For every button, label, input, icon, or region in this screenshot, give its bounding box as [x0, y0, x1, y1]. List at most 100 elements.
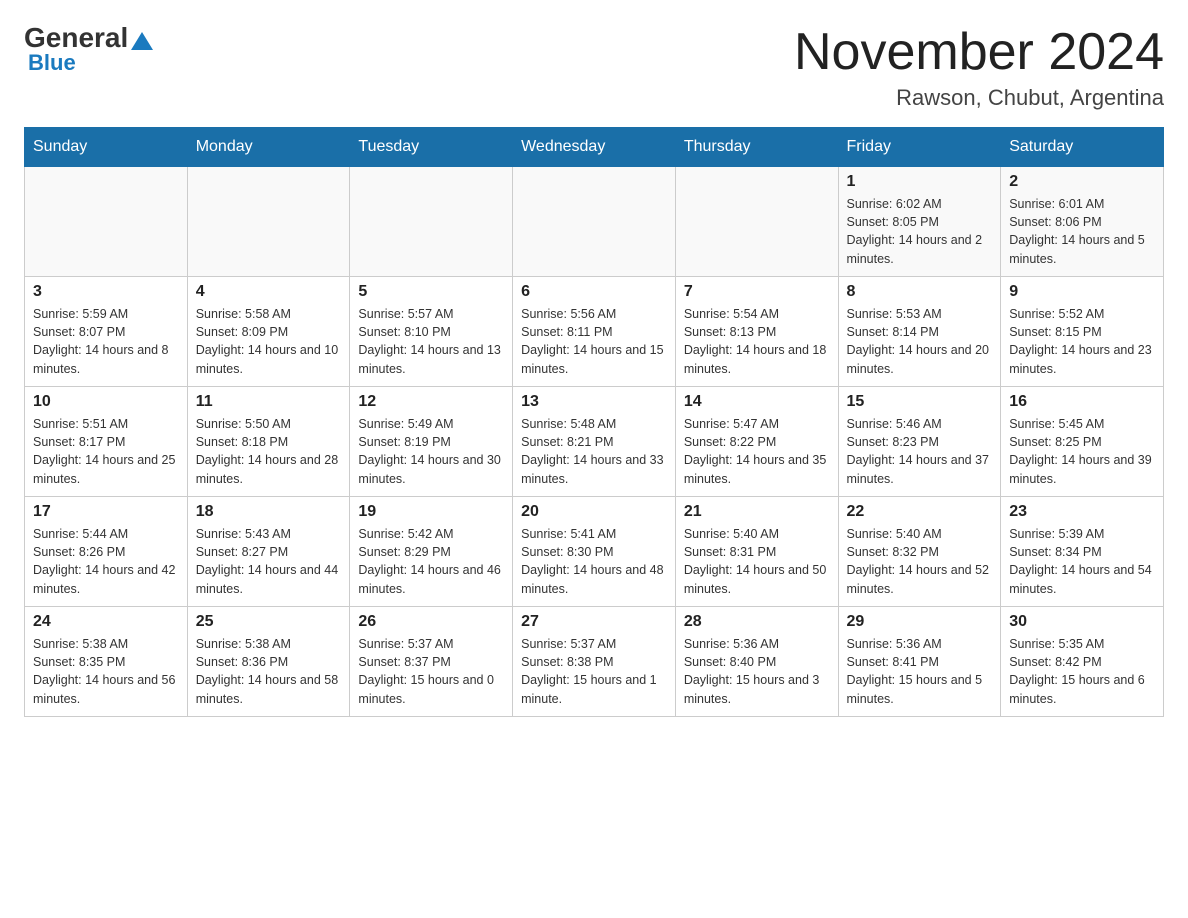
col-tuesday: Tuesday: [350, 128, 513, 167]
day-info: Sunrise: 5:40 AM Sunset: 8:32 PM Dayligh…: [847, 525, 993, 598]
day-number: 28: [684, 613, 830, 631]
table-row: 16Sunrise: 5:45 AM Sunset: 8:25 PM Dayli…: [1001, 387, 1164, 497]
day-info: Sunrise: 5:45 AM Sunset: 8:25 PM Dayligh…: [1009, 415, 1155, 488]
day-number: 23: [1009, 503, 1155, 521]
table-row: 14Sunrise: 5:47 AM Sunset: 8:22 PM Dayli…: [675, 387, 838, 497]
day-number: 10: [33, 393, 179, 411]
day-number: 25: [196, 613, 342, 631]
table-row: 25 Sunrise: 5:38 AM Sunset: 8:36 PM Dayli…: [187, 607, 350, 717]
day-info: Sunrise: 5:38 AM Sunset: 8:36 PM Dayligh…: [196, 635, 342, 708]
day-number: 15: [847, 393, 993, 411]
day-number: 8: [847, 283, 993, 301]
calendar-week-row: 17 Sunrise: 5:44 AM Sunset: 8:26 PM Dayli…: [25, 497, 1164, 607]
day-number: 26: [358, 613, 504, 631]
calendar-week-row: 1 Sunrise: 6:02 AM Sunset: 8:05 PM Daylig…: [25, 167, 1164, 277]
table-row: [513, 167, 676, 277]
table-row: 22Sunrise: 5:40 AM Sunset: 8:32 PM Dayli…: [838, 497, 1001, 607]
col-saturday: Saturday: [1001, 128, 1164, 167]
day-info: Sunrise: 5:53 AM Sunset: 8:14 PM Dayligh…: [847, 305, 993, 378]
day-number: 18: [196, 503, 342, 521]
day-number: 7: [684, 283, 830, 301]
calendar-week-row: 10 Sunrise: 5:51 AM Sunset: 8:17 PM Dayli…: [25, 387, 1164, 497]
table-row: 8 Sunrise: 5:53 AM Sunset: 8:14 PM Daylig…: [838, 277, 1001, 387]
table-row: 12 Sunrise: 5:49 AM Sunset: 8:19 PM Dayli…: [350, 387, 513, 497]
table-row: 24 Sunrise: 5:38 AM Sunset: 8:35 PM Dayli…: [25, 607, 188, 717]
day-number: 12: [358, 393, 504, 411]
logo: General Blue: [24, 24, 153, 76]
col-thursday: Thursday: [675, 128, 838, 167]
day-info: Sunrise: 5:36 AM Sunset: 8:40 PM Dayligh…: [684, 635, 830, 708]
table-row: 20Sunrise: 5:41 AM Sunset: 8:30 PM Dayli…: [513, 497, 676, 607]
table-row: 13 Sunrise: 5:48 AM Sunset: 8:21 PM Dayli…: [513, 387, 676, 497]
day-info: Sunrise: 5:52 AM Sunset: 8:15 PM Dayligh…: [1009, 305, 1155, 378]
day-info: Sunrise: 5:59 AM Sunset: 8:07 PM Dayligh…: [33, 305, 179, 378]
table-row: 27Sunrise: 5:37 AM Sunset: 8:38 PM Dayli…: [513, 607, 676, 717]
table-row: [187, 167, 350, 277]
day-info: Sunrise: 5:35 AM Sunset: 8:42 PM Dayligh…: [1009, 635, 1155, 708]
day-info: Sunrise: 5:39 AM Sunset: 8:34 PM Dayligh…: [1009, 525, 1155, 598]
table-row: 1 Sunrise: 6:02 AM Sunset: 8:05 PM Daylig…: [838, 167, 1001, 277]
table-row: 5 Sunrise: 5:57 AM Sunset: 8:10 PM Daylig…: [350, 277, 513, 387]
day-info: Sunrise: 5:50 AM Sunset: 8:18 PM Dayligh…: [196, 415, 342, 488]
table-row: 18 Sunrise: 5:43 AM Sunset: 8:27 PM Dayli…: [187, 497, 350, 607]
day-info: Sunrise: 5:46 AM Sunset: 8:23 PM Dayligh…: [847, 415, 993, 488]
day-info: Sunrise: 5:42 AM Sunset: 8:29 PM Dayligh…: [358, 525, 504, 598]
calendar-header-row: Sunday Monday Tuesday Wednesday Thursday…: [25, 128, 1164, 167]
day-number: 1: [847, 173, 993, 191]
calendar-week-row: 24 Sunrise: 5:38 AM Sunset: 8:35 PM Dayli…: [25, 607, 1164, 717]
title-area: November 2024 Rawson, Chubut, Argentina: [794, 24, 1164, 111]
day-number: 4: [196, 283, 342, 301]
day-number: 24: [33, 613, 179, 631]
table-row: 28 Sunrise: 5:36 AM Sunset: 8:40 PM Dayli…: [675, 607, 838, 717]
table-row: 26 Sunrise: 5:37 AM Sunset: 8:37 PM Dayli…: [350, 607, 513, 717]
table-row: 19 Sunrise: 5:42 AM Sunset: 8:29 PM Dayli…: [350, 497, 513, 607]
day-info: Sunrise: 5:56 AM Sunset: 8:11 PM Dayligh…: [521, 305, 667, 378]
day-number: 19: [358, 503, 504, 521]
table-row: 29Sunrise: 5:36 AM Sunset: 8:41 PM Dayli…: [838, 607, 1001, 717]
table-row: 3 Sunrise: 5:59 AM Sunset: 8:07 PM Daylig…: [25, 277, 188, 387]
day-number: 30: [1009, 613, 1155, 631]
table-row: 17 Sunrise: 5:44 AM Sunset: 8:26 PM Dayli…: [25, 497, 188, 607]
table-row: 4Sunrise: 5:58 AM Sunset: 8:09 PM Daylig…: [187, 277, 350, 387]
day-number: 21: [684, 503, 830, 521]
day-info: Sunrise: 5:48 AM Sunset: 8:21 PM Dayligh…: [521, 415, 667, 488]
col-friday: Friday: [838, 128, 1001, 167]
table-row: [675, 167, 838, 277]
day-number: 29: [847, 613, 993, 631]
day-info: Sunrise: 5:37 AM Sunset: 8:37 PM Dayligh…: [358, 635, 504, 708]
day-info: Sunrise: 5:40 AM Sunset: 8:31 PM Dayligh…: [684, 525, 830, 598]
table-row: [25, 167, 188, 277]
page-header: General Blue November 2024 Rawson, Chubu…: [24, 24, 1164, 111]
day-number: 2: [1009, 173, 1155, 191]
day-number: 5: [358, 283, 504, 301]
day-info: Sunrise: 6:02 AM Sunset: 8:05 PM Dayligh…: [847, 195, 993, 268]
col-sunday: Sunday: [25, 128, 188, 167]
location-title: Rawson, Chubut, Argentina: [794, 85, 1164, 111]
calendar-week-row: 3 Sunrise: 5:59 AM Sunset: 8:07 PM Daylig…: [25, 277, 1164, 387]
day-info: Sunrise: 5:51 AM Sunset: 8:17 PM Dayligh…: [33, 415, 179, 488]
table-row: 23 Sunrise: 5:39 AM Sunset: 8:34 PM Dayli…: [1001, 497, 1164, 607]
month-title: November 2024: [794, 24, 1164, 81]
day-info: Sunrise: 5:54 AM Sunset: 8:13 PM Dayligh…: [684, 305, 830, 378]
day-info: Sunrise: 5:43 AM Sunset: 8:27 PM Dayligh…: [196, 525, 342, 598]
day-info: Sunrise: 5:44 AM Sunset: 8:26 PM Dayligh…: [33, 525, 179, 598]
day-number: 17: [33, 503, 179, 521]
table-row: 10 Sunrise: 5:51 AM Sunset: 8:17 PM Dayli…: [25, 387, 188, 497]
day-info: Sunrise: 5:57 AM Sunset: 8:10 PM Dayligh…: [358, 305, 504, 378]
day-number: 13: [521, 393, 667, 411]
day-info: Sunrise: 6:01 AM Sunset: 8:06 PM Dayligh…: [1009, 195, 1155, 268]
table-row: 6Sunrise: 5:56 AM Sunset: 8:11 PM Daylig…: [513, 277, 676, 387]
table-row: 7 Sunrise: 5:54 AM Sunset: 8:13 PM Daylig…: [675, 277, 838, 387]
table-row: 11 Sunrise: 5:50 AM Sunset: 8:18 PM Dayli…: [187, 387, 350, 497]
day-number: 3: [33, 283, 179, 301]
logo-blue: Blue: [24, 50, 76, 76]
col-monday: Monday: [187, 128, 350, 167]
day-info: Sunrise: 5:38 AM Sunset: 8:35 PM Dayligh…: [33, 635, 179, 708]
table-row: 30 Sunrise: 5:35 AM Sunset: 8:42 PM Dayli…: [1001, 607, 1164, 717]
day-number: 11: [196, 393, 342, 411]
day-info: Sunrise: 5:47 AM Sunset: 8:22 PM Dayligh…: [684, 415, 830, 488]
day-info: Sunrise: 5:41 AM Sunset: 8:30 PM Dayligh…: [521, 525, 667, 598]
table-row: 2 Sunrise: 6:01 AM Sunset: 8:06 PM Daylig…: [1001, 167, 1164, 277]
table-row: [350, 167, 513, 277]
day-info: Sunrise: 5:49 AM Sunset: 8:19 PM Dayligh…: [358, 415, 504, 488]
